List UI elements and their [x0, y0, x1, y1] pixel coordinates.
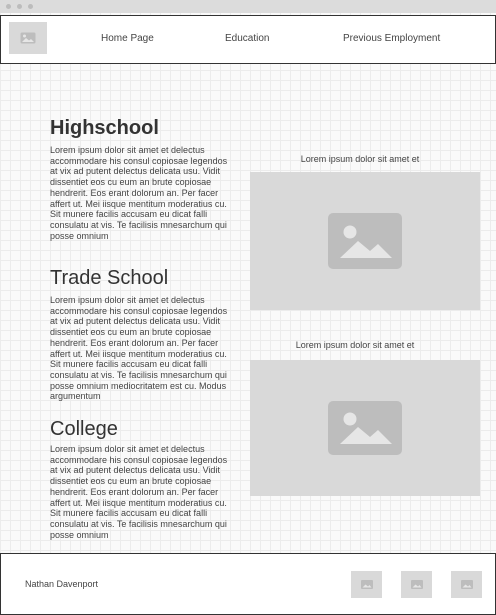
site-header: Home Page Education Previous Employment — [0, 15, 496, 64]
logo[interactable] — [9, 22, 47, 54]
window-dot-icon[interactable] — [28, 4, 33, 9]
image-placeholder-icon — [20, 32, 36, 44]
site-footer: Nathan Davenport — [0, 553, 496, 615]
image-caption: Lorem ipsum dolor sit amet et — [300, 154, 420, 164]
section-heading-highschool: Highschool — [50, 117, 159, 139]
image-placeholder-icon — [328, 401, 402, 455]
nav-education[interactable]: Education — [225, 33, 269, 44]
social-link[interactable] — [351, 571, 382, 598]
nav-home-page[interactable]: Home Page — [101, 33, 154, 44]
window-dot-icon[interactable] — [17, 4, 22, 9]
section-text-highschool: Lorem ipsum dolor sit amet et delectus a… — [50, 145, 228, 241]
section-text-college: Lorem ipsum dolor sit amet et delectus a… — [50, 444, 228, 540]
section-heading-trade-school: Trade School — [50, 267, 169, 289]
image-caption: Lorem ipsum dolor sit amet et — [295, 340, 415, 350]
section-text-trade-school: Lorem ipsum dolor sit amet et delectus a… — [50, 295, 228, 402]
nav-previous-employment[interactable]: Previous Employment — [343, 33, 440, 44]
social-link[interactable] — [451, 571, 482, 598]
image-placeholder — [250, 360, 480, 496]
image-placeholder-icon — [460, 580, 473, 589]
image-placeholder-icon — [360, 580, 373, 589]
window-dot-icon[interactable] — [6, 4, 11, 9]
window-titlebar — [0, 0, 496, 13]
image-placeholder-icon — [410, 580, 423, 589]
section-heading-college: College — [50, 418, 118, 440]
footer-name: Nathan Davenport — [25, 579, 99, 589]
social-link[interactable] — [401, 571, 432, 598]
image-placeholder — [250, 172, 480, 310]
image-placeholder-icon — [328, 213, 402, 269]
